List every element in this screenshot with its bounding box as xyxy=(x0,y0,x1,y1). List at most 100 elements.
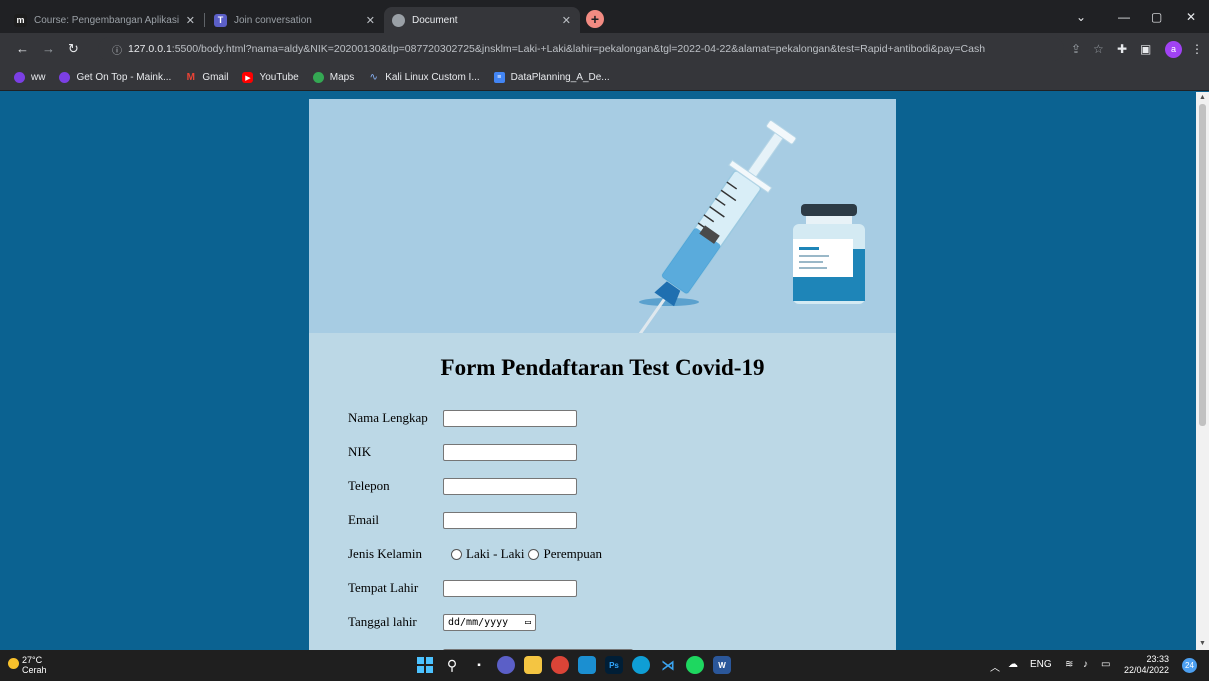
gmail-icon: M xyxy=(186,72,195,83)
bookmark-label: YouTube xyxy=(259,72,299,83)
share-icon[interactable]: ⇪ xyxy=(1071,42,1081,56)
mail-icon[interactable] xyxy=(578,656,596,674)
side-panel-icon[interactable]: ▣ xyxy=(1140,42,1151,56)
close-window-button[interactable]: ✕ xyxy=(1186,10,1196,24)
bookmark-youtube[interactable]: ▶ YouTube xyxy=(242,72,299,83)
language-indicator[interactable]: ENG xyxy=(1030,659,1052,670)
reload-button[interactable]: ↻ xyxy=(68,41,79,57)
word-icon[interactable]: W xyxy=(713,656,731,674)
close-icon[interactable]: ✕ xyxy=(366,14,375,27)
scroll-down-icon[interactable]: ▼ xyxy=(1199,640,1206,647)
chevron-up-icon[interactable]: ︿ xyxy=(990,659,1000,674)
edge-icon[interactable] xyxy=(632,656,650,674)
label-telepon: Telepon xyxy=(348,478,390,493)
tab-label: Document xyxy=(412,14,458,26)
menu-icon[interactable]: ⋮ xyxy=(1191,42,1203,56)
search-icon[interactable]: ⚲ xyxy=(443,656,461,674)
radio-perempuan[interactable] xyxy=(528,548,540,560)
battery-icon[interactable]: ▭ xyxy=(1101,659,1110,670)
page-viewport: Form Pendaftaran Test Covid-19 Nama Leng… xyxy=(0,92,1196,650)
weather-widget[interactable]: 27°C Cerah xyxy=(8,655,47,675)
weather-temp: 27°C xyxy=(22,655,43,665)
label-tanggal-lahir: Tanggal lahir xyxy=(348,614,417,629)
notification-badge[interactable]: 24 xyxy=(1182,658,1197,673)
page-scrollbar[interactable]: ▲ ▼ xyxy=(1196,92,1209,650)
browser-toolbar: ← → ↻ ⓘ 127.0.0.1:5500/body.html?nama=al… xyxy=(0,33,1209,65)
calendar-icon[interactable]: ▭ xyxy=(525,617,531,628)
bookmark-icon xyxy=(59,72,71,83)
photoshop-icon[interactable]: Ps xyxy=(605,656,623,674)
clock-time: 23:33 xyxy=(1146,654,1170,664)
globe-icon xyxy=(392,13,405,27)
tab-search-icon[interactable]: ⌄ xyxy=(1076,10,1086,24)
bookmark-label: Gmail xyxy=(202,72,229,83)
bookmark-label: Maps xyxy=(329,72,355,83)
forward-button[interactable]: → xyxy=(42,41,55,56)
info-icon[interactable]: ⓘ xyxy=(112,42,122,57)
profile-avatar[interactable]: a xyxy=(1165,41,1182,58)
close-icon[interactable]: ✕ xyxy=(186,14,195,27)
spotify-icon[interactable] xyxy=(686,656,704,674)
tab-document[interactable]: Document ✕ xyxy=(384,7,580,33)
close-icon[interactable]: ✕ xyxy=(562,14,571,27)
new-tab-button[interactable]: + xyxy=(586,10,604,28)
form-row-nik: NIK xyxy=(348,442,577,462)
file-explorer-icon[interactable] xyxy=(524,656,542,674)
address-bar[interactable]: ⓘ 127.0.0.1:5500/body.html?nama=aldy&NIK… xyxy=(98,37,1064,61)
onedrive-icon[interactable]: ☁ xyxy=(1008,659,1018,670)
windows-taskbar: 27°C Cerah ⚲ ▪ Ps ⋊ W ︿ ☁ ENG ≋ ♪ ▭ 23:3… xyxy=(0,650,1209,681)
bookmark-kali[interactable]: ∿ Kali Linux Custom I... xyxy=(368,72,479,83)
label-email: Email xyxy=(348,512,380,527)
form-row-email: Email xyxy=(348,510,577,530)
nama-input[interactable] xyxy=(443,409,577,427)
tab-join-conversation[interactable]: T Join conversation ✕ xyxy=(206,7,384,33)
chat-icon[interactable] xyxy=(497,656,515,674)
vscode-icon[interactable]: ⋊ xyxy=(659,656,677,674)
wifi-icon[interactable]: ≋ xyxy=(1065,659,1073,670)
teams-icon: T xyxy=(214,13,227,27)
maximize-button[interactable]: ▢ xyxy=(1151,10,1162,24)
bookmark-dataplanning[interactable]: ≡ DataPlanning_A_De... xyxy=(493,72,610,83)
bookmark-icon xyxy=(14,72,25,83)
weather-condition: Cerah xyxy=(22,665,47,675)
bookmark-star-icon[interactable]: ☆ xyxy=(1093,42,1104,56)
back-button[interactable]: ← xyxy=(16,41,29,56)
page-title: Form Pendaftaran Test Covid-19 xyxy=(440,355,765,380)
maps-icon xyxy=(312,72,324,83)
scroll-up-icon[interactable]: ▲ xyxy=(1199,94,1206,101)
tanggal-lahir-input[interactable]: dd/mm/yyyy ▭ xyxy=(443,613,536,631)
chrome-icon[interactable] xyxy=(551,656,569,674)
form-row-nama: Nama Lengkap xyxy=(348,408,577,428)
bookmark-get-on-top[interactable]: Get On Top - Maink... xyxy=(59,72,171,83)
tab-course[interactable]: m Course: Pengembangan Aplikasi ✕ xyxy=(6,7,204,33)
hero-banner xyxy=(309,99,896,348)
radio-label-perempuan: Perempuan xyxy=(543,546,602,561)
tempat-lahir-input[interactable] xyxy=(443,579,577,597)
form-row-gender: Jenis Kelamin Laki - Laki Perempuan xyxy=(348,544,606,564)
extensions-icon[interactable]: ✚ xyxy=(1117,42,1127,56)
bookmark-label: DataPlanning_A_De... xyxy=(510,72,610,83)
tab-label: Join conversation xyxy=(234,14,312,26)
radio-laki-laki[interactable] xyxy=(451,548,462,560)
bookmark-maps[interactable]: Maps xyxy=(312,72,355,83)
volume-icon[interactable]: ♪ xyxy=(1083,659,1088,670)
tab-separator xyxy=(204,13,205,27)
form-card: Form Pendaftaran Test Covid-19 Nama Leng… xyxy=(309,99,896,650)
windows-start-icon[interactable] xyxy=(416,656,434,674)
telepon-input[interactable] xyxy=(443,477,577,495)
email-input[interactable] xyxy=(443,511,577,529)
bookmark-ww[interactable]: ww xyxy=(14,72,45,83)
task-view-icon[interactable]: ▪ xyxy=(470,656,488,674)
scroll-thumb[interactable] xyxy=(1199,104,1206,426)
minimize-button[interactable]: — xyxy=(1118,10,1130,24)
bookmark-gmail[interactable]: M Gmail xyxy=(185,72,229,83)
url-host: 127.0.0.1 xyxy=(128,43,172,55)
moon-weather-icon xyxy=(8,658,19,669)
system-clock[interactable]: 23:33 22/04/2022 xyxy=(1124,654,1169,676)
bookmark-label: ww xyxy=(31,72,46,83)
url-path: :5500/body.html?nama=aldy&NIK=20200130&t… xyxy=(171,43,986,55)
radio-label-laki-laki: Laki - Laki xyxy=(466,546,525,561)
clock-date: 22/04/2022 xyxy=(1124,665,1170,675)
youtube-icon: ▶ xyxy=(242,72,254,83)
nik-input[interactable] xyxy=(443,443,577,461)
